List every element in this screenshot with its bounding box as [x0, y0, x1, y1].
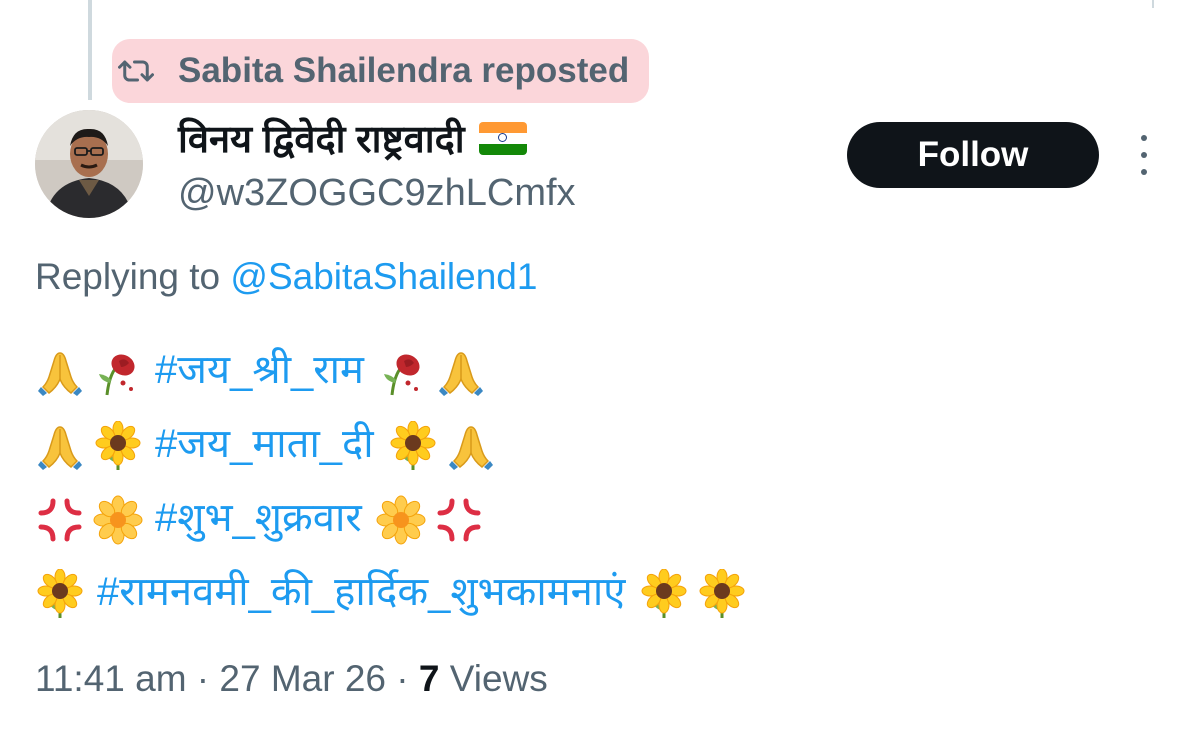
blossom-icon: [376, 495, 426, 545]
folded-hands-icon: [446, 421, 496, 471]
divider: [1152, 0, 1154, 8]
tweet-line: #जय_माता_दी: [35, 407, 755, 481]
emoji-group-left: [35, 481, 151, 555]
tweet-time[interactable]: 11:41 am: [35, 658, 187, 699]
sunflower-icon: [697, 569, 747, 619]
author-display-name[interactable]: विनय द्विवेदी राष्ट्रवादी: [178, 112, 465, 164]
sunflower-icon: [35, 569, 85, 619]
sunflower-icon: [639, 569, 689, 619]
views-label: Views: [439, 658, 548, 699]
tweet-card: Sabita Shailendra reposted विनय द्विवेदी…: [0, 0, 1199, 752]
repost-icon: [118, 56, 154, 86]
sunflower-icon: [388, 421, 438, 471]
emoji-group-right: [376, 481, 492, 555]
emoji-group-left: [35, 333, 151, 407]
tweet-line: #जय_श्री_राम: [35, 333, 755, 407]
replying-to: Replying to @SabitaShailend1: [35, 256, 537, 298]
wilted-rose-icon: [378, 347, 428, 397]
meta-separator: ·: [386, 658, 419, 699]
folded-hands-icon: [35, 421, 85, 471]
avatar[interactable]: [35, 110, 143, 218]
hashtag-link[interactable]: #जय_माता_दी: [155, 407, 374, 481]
emoji-group-right: [639, 555, 755, 629]
emoji-group-left: [35, 407, 151, 481]
repost-context[interactable]: Sabita Shailendra reposted: [112, 39, 650, 103]
anger-symbol-icon: [434, 495, 484, 545]
thread-connector-line: [88, 0, 92, 100]
author-handle[interactable]: @w3ZOGGC9zhLCmfx: [178, 172, 576, 215]
hashtag-link[interactable]: #जय_श्री_राम: [155, 333, 364, 407]
meta-separator: ·: [186, 658, 220, 699]
tweet-text: #जय_श्री_राम #जय_माता_दी #शुभ_शुक्रवार #…: [35, 333, 755, 629]
emoji-group-left: [35, 555, 93, 629]
wilted-rose-icon: [93, 347, 143, 397]
views-count: 7: [418, 658, 440, 699]
tweet-date[interactable]: 27 Mar 26: [219, 658, 386, 699]
author-name-row[interactable]: विनय द्विवेदी राष्ट्रवादी: [178, 112, 527, 164]
tweet-line: #रामनवमी_की_हार्दिक_शुभकामनाएं: [35, 555, 755, 629]
folded-hands-icon: [35, 347, 85, 397]
tweet-metadata: 11:41 am · 27 Mar 26 · 7 Views: [35, 658, 548, 700]
emoji-group-right: [378, 333, 494, 407]
sunflower-icon: [93, 421, 143, 471]
blossom-icon: [93, 495, 143, 545]
follow-button[interactable]: Follow: [847, 122, 1099, 188]
replying-prefix: Replying to: [35, 256, 231, 297]
anger-symbol-icon: [35, 495, 85, 545]
emoji-group-right: [388, 407, 504, 481]
folded-hands-icon: [436, 347, 486, 397]
more-vertical-icon[interactable]: [1132, 135, 1156, 175]
hashtag-link[interactable]: #रामनवमी_की_हार्दिक_शुभकामनाएं: [97, 555, 625, 629]
reply-mention-link[interactable]: @SabitaShailend1: [230, 256, 537, 297]
hashtag-link[interactable]: #शुभ_शुक्रवार: [155, 481, 362, 555]
repost-label: Sabita Shailendra reposted: [178, 51, 630, 90]
india-flag-icon: [478, 121, 527, 155]
tweet-line: #शुभ_शुक्रवार: [35, 481, 755, 555]
